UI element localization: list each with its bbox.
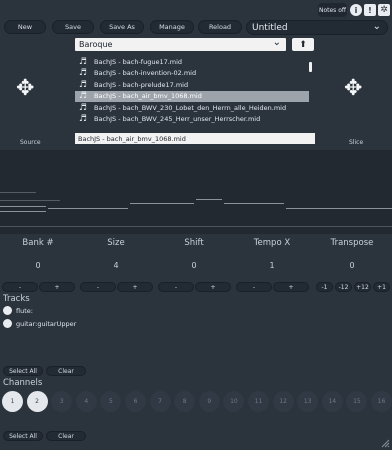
channels-select-all-button[interactable]: Select All [3,431,43,441]
file-list-item[interactable]: ♬ BachJS - bach-fugue17.mid [75,56,309,68]
file-name: BachJS - bach_BWV_245_Herr_unser_Herrsch… [94,115,261,123]
source-label: Source [20,139,41,146]
channel-toggle[interactable]: 13 [297,391,319,412]
param-step-button[interactable]: + [39,282,75,292]
channels-title: Channels [3,378,43,388]
file-name: BachJS - bach-prelude17.mid [94,80,189,89]
param-value: 0 [35,261,41,270]
param-step-button[interactable]: + [273,282,309,292]
manage-button[interactable]: Manage [150,20,194,34]
param-step-button[interactable]: -12 [335,282,352,292]
midi-file-icon: ♬ [79,102,88,113]
file-list-scrollbar[interactable] [309,62,312,72]
file-name: BachJS - bach_air_bmv_1068.mid [94,92,202,101]
file-list-item[interactable]: ♬ BachJS - bach_BWV_230_Lobet_den_Herrn_a… [75,102,309,114]
genre-select[interactable]: Baroque ⌄ [75,37,286,51]
channel-toggle[interactable]: 14 [321,391,343,412]
channel-toggle[interactable]: 7 [149,391,171,412]
track-toggle[interactable] [3,319,12,328]
tracks-select-all-button[interactable]: Select All [3,366,43,376]
tracks-title: Tracks [3,294,30,304]
file-list-item[interactable]: ♬ BachJS - bach_BWV_245_Herr_unser_Herrsc… [75,114,309,123]
param-step-button[interactable]: -1 [316,282,333,292]
exclamation-icon[interactable]: ! [364,4,376,16]
param-step-button[interactable]: - [80,282,116,292]
channel-toggle[interactable]: 1 [2,391,23,412]
param-label: Size [107,238,125,248]
channel-toggle[interactable]: 6 [125,391,146,412]
file-list-item[interactable]: ♬ BachJS - bach_air_bmv_1068.mid [75,90,309,102]
channel-toggle[interactable]: 15 [346,391,368,412]
arrow-up-icon: ⬆ [299,39,307,50]
file-list-item[interactable]: ♬ BachJS - bach-invention-02.mid [75,68,309,80]
info-icon[interactable]: i [350,4,362,16]
param-step-button[interactable]: - [236,282,272,292]
file-list[interactable]: ♬ BachJS - bach-fugue17.mid ♬ BachJS - bach… [75,56,315,123]
folder-up-button[interactable]: ⬆ [292,38,314,51]
gear-icon[interactable]: ✲ [378,4,390,16]
track-item[interactable]: guitar:guitarUpper [3,319,76,328]
resize-grip-icon[interactable] [380,438,390,448]
param-step-button[interactable]: - [2,282,38,292]
param-step-button[interactable]: +1 [373,282,390,292]
project-title-select[interactable]: Untitled ⌄ [246,20,388,35]
channel-toggle[interactable]: 11 [248,391,269,412]
track-label: guitar:guitarUpper [16,319,77,328]
param-step-button[interactable]: + [117,282,153,292]
param-step-button[interactable]: - [158,282,194,292]
midi-file-icon: ♬ [79,114,88,123]
save-button[interactable]: Save [52,20,94,34]
param-step-button[interactable]: +12 [354,282,371,292]
new-button[interactable]: New [4,20,46,34]
param-value: 0 [191,261,197,270]
chevron-down-icon: ⌄ [272,37,281,48]
save-as-button[interactable]: Save As [100,20,144,34]
selected-file-field: BachJS - bach_air_bmv_1068.mid [75,133,315,144]
channel-toggle[interactable]: 12 [272,391,294,412]
project-title: Untitled [252,22,288,33]
piano-roll[interactable] [0,150,392,234]
file-name: BachJS - bach-fugue17.mid [94,57,183,66]
tracks-clear-button[interactable]: Clear [46,366,86,376]
param-value: 0 [349,261,355,270]
midi-file-icon: ♬ [79,68,88,79]
file-name: BachJS - bach_BWV_230_Lobet_den_Herrn_al… [94,103,287,112]
move-icon[interactable]: ✥ [16,76,34,101]
channel-toggle[interactable]: 3 [51,391,73,412]
genre-value: Baroque [79,40,113,49]
channel-toggle[interactable]: 10 [223,391,245,412]
channel-toggle[interactable]: 5 [100,391,122,412]
channels-clear-button[interactable]: Clear [46,431,86,441]
channel-toggle[interactable]: 16 [371,391,392,412]
chevron-down-icon: ⌄ [372,21,381,32]
channel-toggle[interactable]: 2 [26,391,48,412]
file-name: BachJS - bach-invention-02.mid [94,69,197,78]
param-label: Bank # [22,238,54,248]
param-label: Transpose [330,238,374,248]
notes-off-button[interactable]: Notes off [318,3,347,17]
file-list-item[interactable]: ♬ BachJS - bach-prelude17.mid [75,79,309,91]
channel-toggle[interactable]: 9 [198,391,220,412]
midi-file-icon: ♬ [79,91,88,102]
param-value: 1 [269,261,275,270]
midi-file-icon: ♬ [79,79,88,90]
param-step-button[interactable]: + [195,282,231,292]
param-value: 4 [113,261,119,270]
channel-toggle[interactable]: 4 [75,391,97,412]
channel-toggle[interactable]: 8 [174,391,196,412]
move-icon[interactable]: ✥ [344,76,362,101]
param-label: Shift [184,238,204,248]
track-label: flute: [16,306,33,315]
reload-button[interactable]: Reload [198,20,242,34]
param-label: Tempo X [253,238,291,248]
midi-file-icon: ♬ [79,56,88,67]
track-item[interactable]: flute: [3,306,33,315]
track-toggle[interactable] [3,306,12,315]
slice-label: Slice [349,139,364,146]
